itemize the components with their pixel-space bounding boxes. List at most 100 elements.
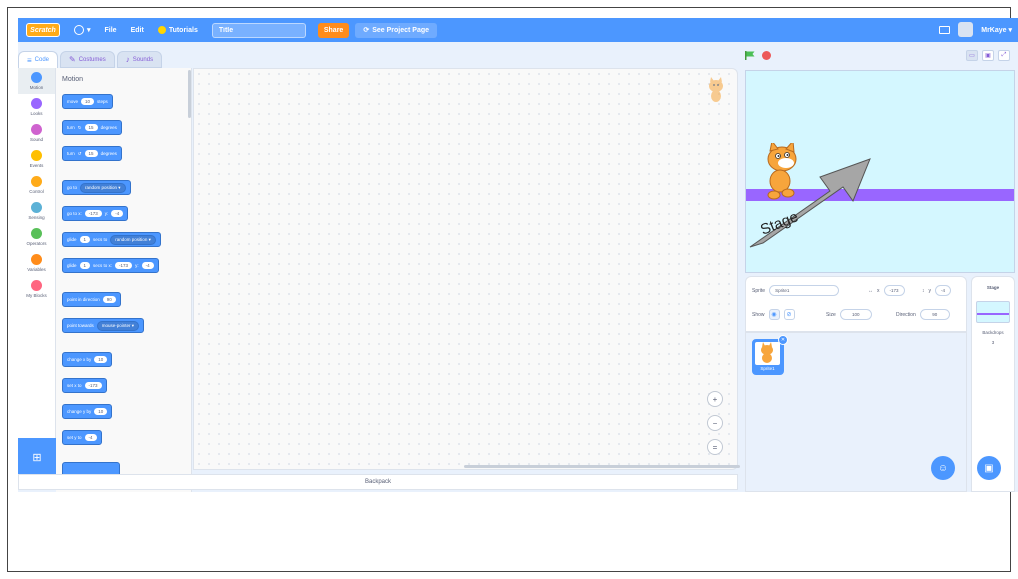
tab-costumes[interactable]: ✎ Costumes (60, 51, 115, 68)
add-extension-button[interactable]: ⊞ (18, 438, 56, 476)
sprite-size-row: Size 100 (826, 309, 872, 320)
go-to-block[interactable]: go to random position ▾ (62, 180, 131, 195)
small-stage-button[interactable]: ▭ (966, 50, 978, 61)
direction-field[interactable]: 90 (919, 309, 950, 320)
category-label: Events (29, 163, 44, 168)
green-flag-icon[interactable] (745, 51, 755, 60)
backpack-bar[interactable]: Backpack (18, 474, 738, 490)
block-input[interactable]: -4 (141, 262, 154, 269)
workspace-scrollbar[interactable] (464, 465, 740, 468)
share-button[interactable]: Share (317, 22, 350, 38)
block-input[interactable]: 90 (102, 296, 116, 303)
sprite-x-row: ↔ x -173 (868, 285, 905, 296)
block-input[interactable]: -173 (84, 382, 102, 389)
block-dropdown[interactable]: mouse-pointer ▾ (96, 320, 140, 331)
zoom-in-button[interactable]: + (707, 391, 723, 407)
show-sprite-toggle[interactable]: ◉ (768, 309, 780, 320)
x-field[interactable]: -173 (883, 285, 905, 296)
tab-costumes-label: Costumes (78, 56, 106, 63)
block-dropdown[interactable]: random position ▾ (110, 234, 156, 245)
tab-sounds-label: Sounds (132, 56, 154, 63)
block-input[interactable]: -173 (115, 262, 133, 269)
category-label: Operators (26, 241, 47, 246)
category-variables[interactable]: Variables (18, 250, 55, 276)
block-text: steps (97, 99, 108, 104)
block-input[interactable]: 1 (79, 262, 91, 269)
code-workspace[interactable]: + − = (193, 68, 740, 470)
change-y-block[interactable]: change y by 10 (62, 404, 113, 419)
category-operators[interactable]: Operators (18, 224, 55, 250)
category-operators-dot (31, 228, 42, 239)
fullscreen-button[interactable]: ⤢ (998, 50, 1010, 61)
file-menu-label: File (104, 26, 117, 34)
block-input[interactable]: -4 (111, 210, 124, 217)
tab-code[interactable]: ≡ Code (18, 51, 59, 68)
project-title-input[interactable] (211, 22, 306, 38)
turn-left-block[interactable]: turn ↺ 15 degrees (62, 146, 122, 161)
category-looks[interactable]: Looks (18, 94, 55, 120)
delete-sprite-button[interactable]: ✕ (778, 335, 788, 345)
add-sprite-button[interactable]: ☺ (931, 456, 955, 480)
category-motion[interactable]: Motion (18, 68, 55, 94)
sprite-watermark-icon (709, 77, 723, 102)
block-text: turn (67, 151, 75, 156)
point-towards-block[interactable]: point towards mouse-pointer ▾ (62, 318, 145, 333)
language-menu[interactable]: ▾ (74, 25, 91, 35)
block-input[interactable]: 10 (81, 98, 95, 105)
size-field[interactable]: 100 (839, 309, 872, 320)
category-label: Variables (27, 267, 46, 272)
category-sound[interactable]: Sound (18, 120, 55, 146)
stage-canvas[interactable]: Stage (745, 70, 1015, 273)
zoom-out-button[interactable]: − (707, 415, 723, 431)
size-label: Size (826, 311, 836, 318)
backdrops-label: Backdrops (982, 330, 1004, 335)
add-backdrop-button[interactable]: ▣ (977, 456, 1001, 480)
code-icon: ≡ (27, 55, 32, 65)
change-x-block[interactable]: change x by 10 (62, 352, 113, 367)
sprite-tile[interactable]: Sprite1 ✕ (752, 335, 788, 375)
tutorials-menu[interactable]: Tutorials (157, 26, 198, 34)
file-menu[interactable]: File (105, 27, 117, 34)
edit-menu[interactable]: Edit (131, 27, 144, 34)
avatar[interactable] (958, 22, 974, 37)
my-stuff-icon[interactable] (939, 25, 951, 34)
block-input[interactable]: 15 (84, 124, 98, 131)
block-input[interactable]: 1 (79, 236, 91, 243)
scratch-logo[interactable]: Scratch (26, 23, 60, 37)
category-my-blocks[interactable]: My Blocks (18, 276, 55, 302)
see-project-page-button[interactable]: ⟳ See Project Page (355, 22, 438, 38)
fullscreen-icon: ⤢ (1001, 52, 1007, 58)
hide-sprite-toggle[interactable]: ⊘ (783, 309, 795, 320)
turn-right-block[interactable]: turn ↻ 15 degrees (62, 120, 122, 135)
stage-target-header: Stage (986, 285, 1000, 290)
block-text: change x by (67, 357, 92, 362)
large-stage-button[interactable]: ▣ (982, 50, 994, 61)
language-caret: ▾ (87, 27, 91, 34)
glide-to-block[interactable]: glide 1 secs to random position ▾ (62, 232, 161, 247)
block-palette: Motion move 10 steps turn ↻ 15 degrees t… (56, 68, 192, 492)
zoom-reset-button[interactable]: = (707, 439, 723, 455)
block-input[interactable]: 10 (94, 356, 108, 363)
category-label: Motion (29, 85, 44, 90)
category-control[interactable]: Control (18, 172, 55, 198)
stop-icon[interactable] (762, 51, 771, 60)
glide-to-xy-block[interactable]: glide 1 secs to x: -173 y: -4 (62, 258, 159, 273)
block-input[interactable]: -4 (84, 434, 97, 441)
account-menu[interactable]: MrKaye ▾ (981, 26, 1012, 34)
category-events[interactable]: Events (18, 146, 55, 172)
palette-scrollbar[interactable] (188, 70, 191, 118)
set-x-block[interactable]: set x to -173 (62, 378, 107, 393)
block-input[interactable]: -173 (84, 210, 102, 217)
block-dropdown[interactable]: random position ▾ (80, 182, 126, 193)
move-steps-block[interactable]: move 10 steps (62, 94, 113, 109)
block-text: set y to (67, 435, 82, 440)
block-input[interactable]: 15 (84, 150, 98, 157)
tab-sounds[interactable]: ♪ Sounds (116, 51, 163, 68)
set-y-block[interactable]: set y to -4 (62, 430, 102, 445)
y-field[interactable]: -4 (935, 285, 952, 296)
category-sensing[interactable]: Sensing (18, 198, 55, 224)
block-input[interactable]: 10 (94, 408, 108, 415)
go-to-xy-block[interactable]: go to x: -173 y: -4 (62, 206, 129, 221)
point-in-direction-block[interactable]: point in direction 90 (62, 292, 121, 307)
sprite-name-field[interactable]: Sprite1 (769, 285, 840, 296)
